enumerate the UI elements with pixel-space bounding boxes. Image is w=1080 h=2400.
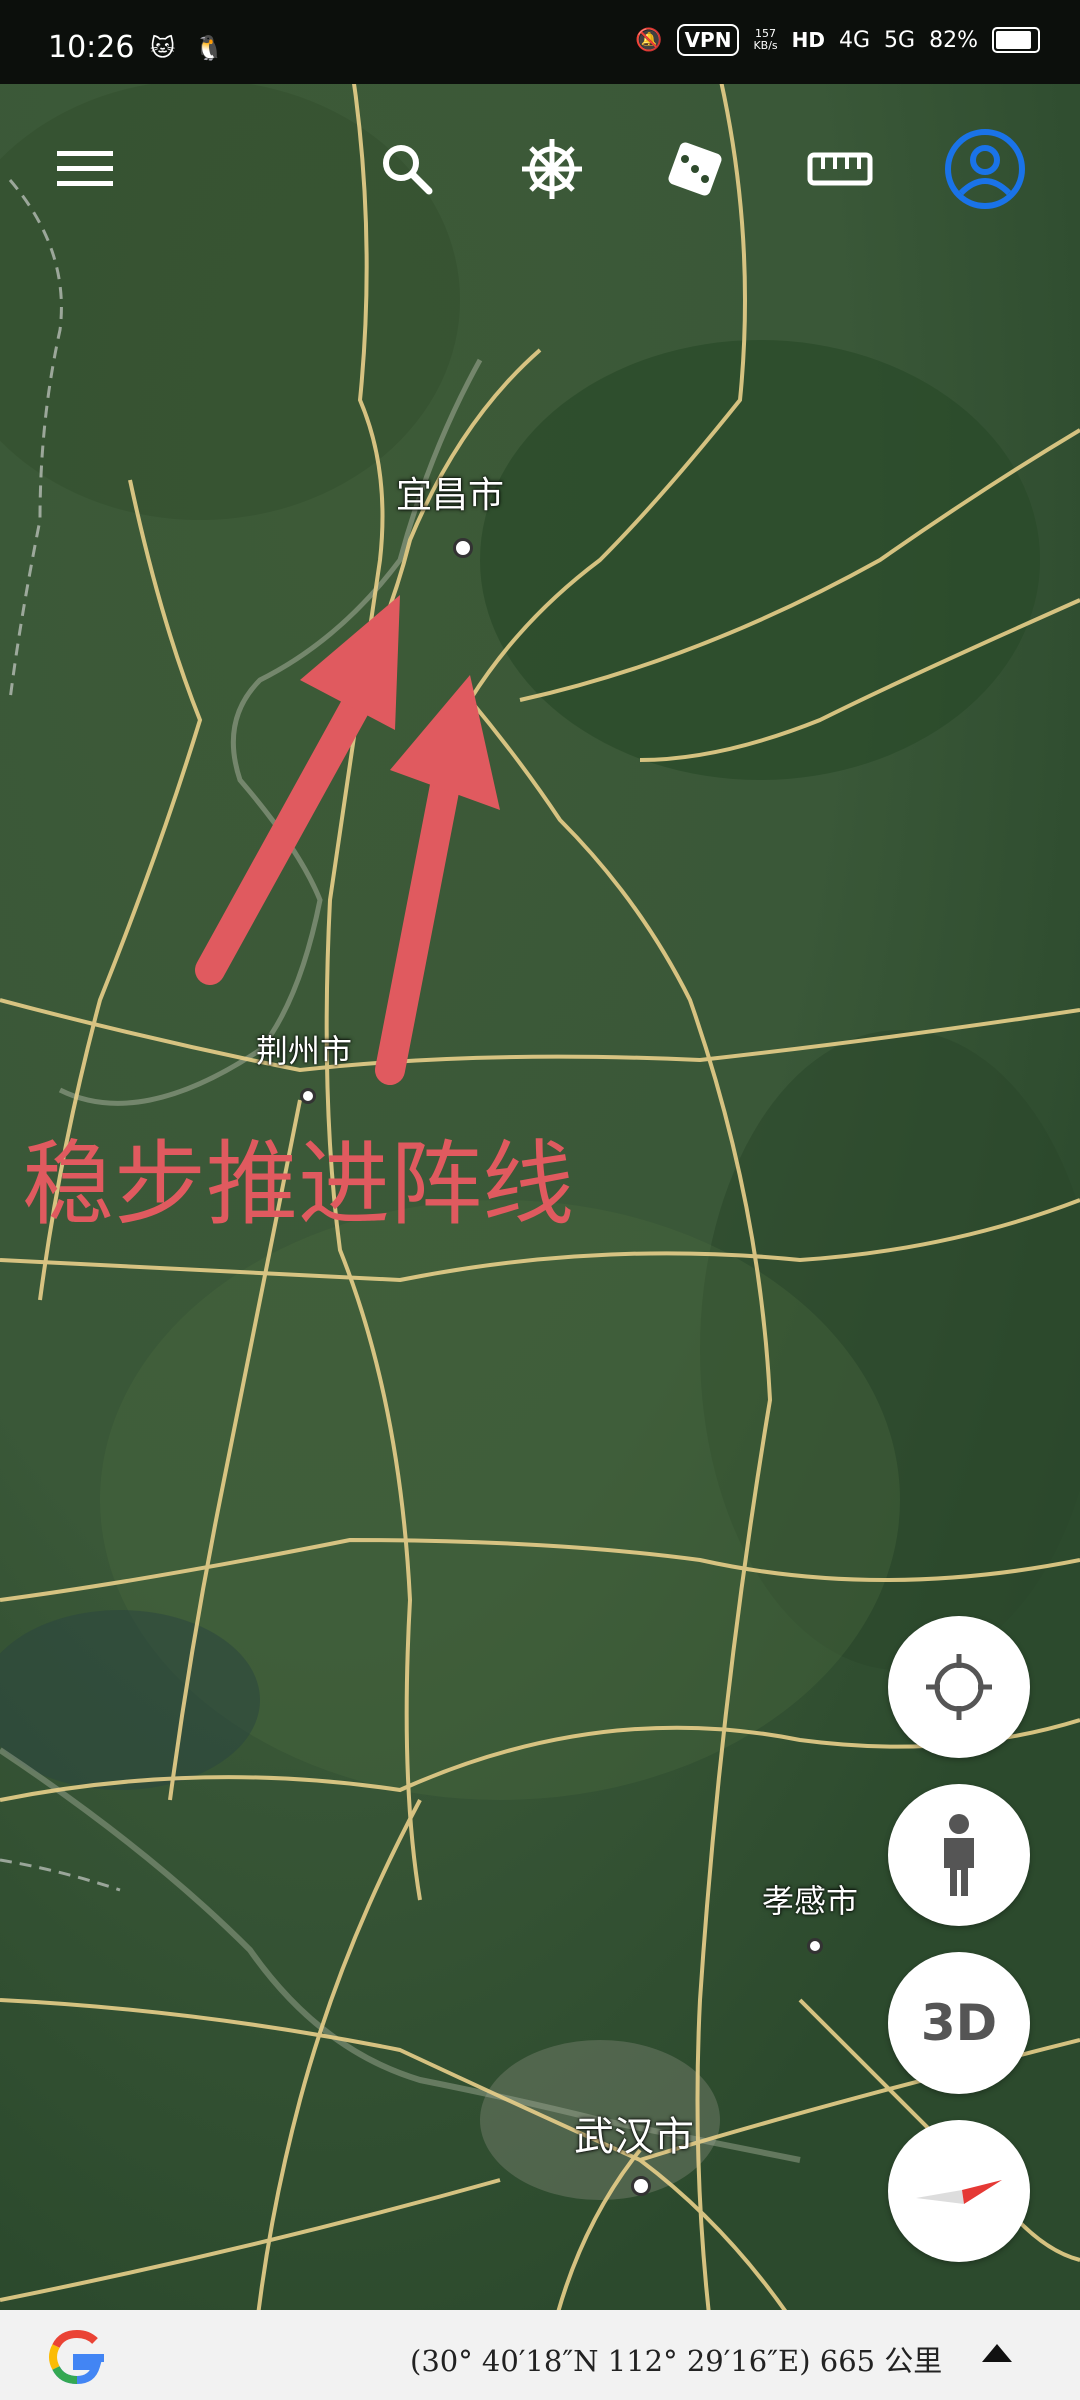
- cat-app-icon: 🐱: [150, 34, 176, 62]
- city-marker-yichang[interactable]: [453, 538, 473, 558]
- city-marker-jingzhou[interactable]: [300, 1088, 316, 1104]
- status-bar: 10:26 🐱 🐧 🔕 VPN 157 KB/s HD 4G 5G 82%: [0, 0, 1080, 84]
- city-marker-wuhan[interactable]: [631, 2176, 651, 2196]
- pegman-icon: [944, 1814, 974, 1896]
- street-view-button[interactable]: [888, 1784, 1030, 1926]
- my-location-button[interactable]: [888, 1616, 1030, 1758]
- hd-indicator: HD: [791, 28, 825, 52]
- compass-button[interactable]: [888, 2120, 1030, 2262]
- qq-app-icon: 🐧: [194, 34, 224, 62]
- city-label-wuhan[interactable]: 武汉市: [574, 2104, 694, 2162]
- city-label-jingzhou[interactable]: 荆州市: [256, 1026, 352, 1072]
- ruler-icon[interactable]: [795, 124, 885, 214]
- ship-wheel-icon[interactable]: [507, 124, 597, 214]
- battery-percent: 82%: [929, 27, 978, 53]
- net-speed: 157 KB/s: [753, 27, 778, 52]
- google-logo-icon[interactable]: [44, 2324, 110, 2390]
- battery-icon: [992, 27, 1040, 53]
- menu-icon[interactable]: [40, 124, 130, 214]
- crosshair-icon: [926, 1654, 992, 1720]
- toggle-3d-button[interactable]: 3D: [888, 1952, 1030, 2094]
- 3d-label: 3D: [920, 1994, 998, 2052]
- city-label-xiaogan[interactable]: 孝感市: [762, 1876, 858, 1922]
- mute-icon: 🔕: [635, 27, 663, 53]
- expand-up-icon[interactable]: [980, 2342, 1014, 2364]
- coordinates-readout: (30° 40′18″N 112° 29′16″E) 665 公里: [410, 2344, 943, 2378]
- overlay-caption: 稳步推进阵线: [22, 1131, 575, 1238]
- bottom-bar: (30° 40′18″N 112° 29′16″E) 665 公里: [0, 2310, 1080, 2400]
- signal-4g: 4G: [839, 27, 871, 53]
- dice-icon[interactable]: [650, 124, 740, 214]
- city-marker-xiaogan[interactable]: [807, 1938, 823, 1954]
- compass-icon: [916, 2180, 1002, 2204]
- top-toolbar: [0, 84, 1080, 254]
- status-time: 10:26: [48, 30, 135, 65]
- search-icon[interactable]: [362, 124, 452, 214]
- account-icon[interactable]: [940, 124, 1030, 214]
- vpn-indicator: VPN: [676, 24, 740, 56]
- city-label-yichang[interactable]: 宜昌市: [396, 466, 504, 518]
- signal-5g: 5G: [884, 27, 916, 53]
